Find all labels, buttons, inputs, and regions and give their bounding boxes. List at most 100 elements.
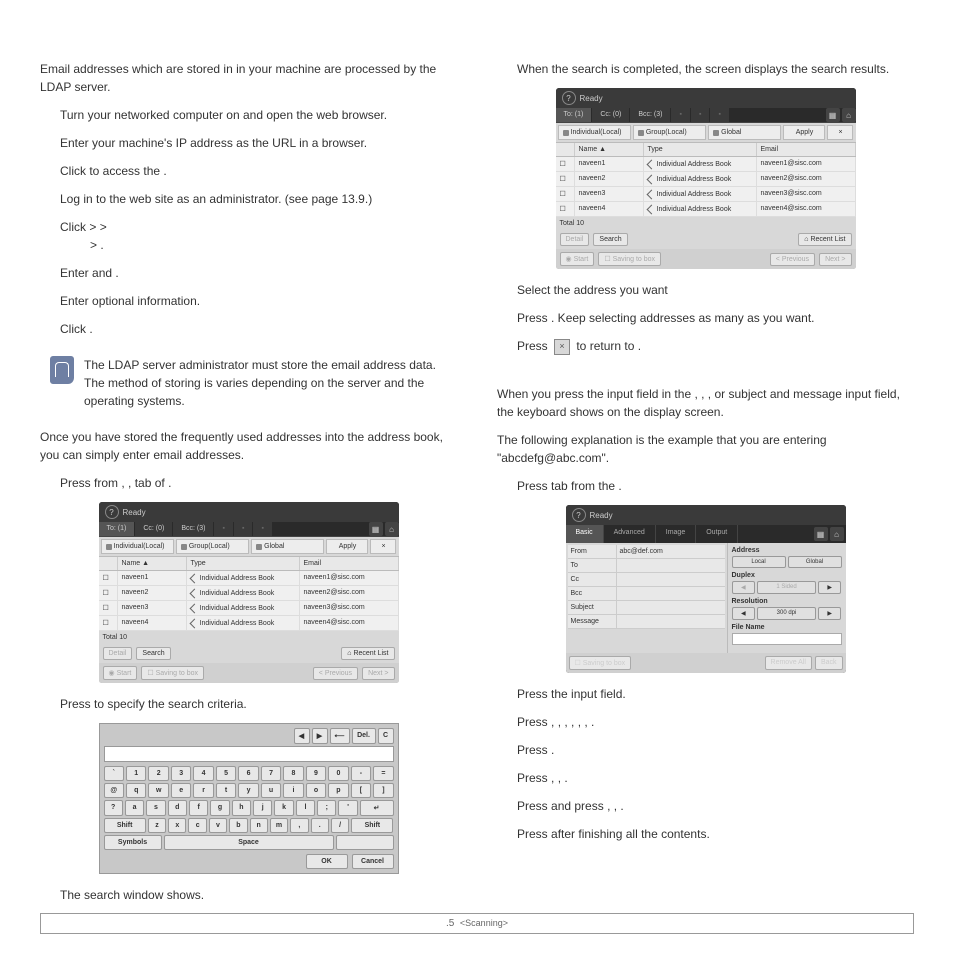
col-type[interactable]: Type [187, 557, 300, 570]
help-icon[interactable]: ? [562, 91, 576, 105]
clear-key[interactable]: C [378, 728, 394, 744]
from-field[interactable]: Fromabc@def.com [568, 545, 725, 559]
key-x[interactable]: x [168, 818, 186, 833]
key-2[interactable]: 2 [148, 766, 168, 781]
key-j[interactable]: j [253, 800, 272, 816]
tab-cc[interactable]: Cc: (0) [135, 522, 172, 536]
key-][interactable]: ] [373, 783, 393, 798]
backspace-key[interactable]: ⟵ [330, 728, 350, 744]
key-4[interactable]: 4 [193, 766, 213, 781]
tab-to[interactable]: To: (1) [99, 522, 135, 536]
global-button[interactable]: Global [788, 556, 842, 568]
key-v[interactable]: v [209, 818, 227, 833]
key-n[interactable]: n [250, 818, 268, 833]
search-button[interactable]: Search [136, 647, 170, 660]
key-,[interactable]: , [290, 818, 308, 833]
nav-right-key[interactable]: ▶ [312, 728, 328, 744]
key-l[interactable]: l [296, 800, 315, 816]
key-g[interactable]: g [210, 800, 229, 816]
col-email[interactable]: Email [300, 557, 399, 570]
key-@[interactable]: @ [104, 783, 124, 798]
filter-group[interactable]: Group(Local) [176, 539, 249, 554]
key-w[interactable]: w [148, 783, 168, 798]
key-;[interactable]: ; [317, 800, 336, 816]
key-=[interactable]: = [373, 766, 393, 781]
message-field[interactable]: Message [568, 615, 725, 629]
key-s[interactable]: s [146, 800, 165, 816]
bcc-field[interactable]: Bcc [568, 587, 725, 601]
filter-individual[interactable]: Individual(Local) [101, 539, 174, 554]
enter-key[interactable]: ↵ [360, 800, 394, 816]
key-d[interactable]: d [168, 800, 187, 816]
key-'[interactable]: ' [338, 800, 357, 816]
key-5[interactable]: 5 [216, 766, 236, 781]
help-icon[interactable]: ? [572, 508, 586, 522]
tab-output[interactable]: Output [696, 525, 738, 543]
space-key[interactable]: Space [164, 835, 334, 850]
table-row[interactable]: ☐naveen2Individual Address Booknaveen2@s… [99, 586, 399, 601]
key-`[interactable]: ` [104, 766, 124, 781]
table-row[interactable]: ☐naveen3Individual Address Booknaveen3@s… [99, 601, 399, 616]
key-e[interactable]: e [171, 783, 191, 798]
tab-basic[interactable]: Basic [566, 525, 604, 543]
saving-box-button[interactable]: ☐ Saving to box [569, 656, 632, 670]
subject-field[interactable]: Subject [568, 601, 725, 615]
col-name[interactable]: Name ▲ [118, 557, 187, 570]
key-m[interactable]: m [270, 818, 288, 833]
filter-global[interactable]: Global [251, 539, 324, 554]
key-i[interactable]: i [283, 783, 303, 798]
key-k[interactable]: k [274, 800, 293, 816]
help-icon[interactable]: ? [105, 505, 119, 519]
key-0[interactable]: 0 [328, 766, 348, 781]
key-o[interactable]: o [306, 783, 326, 798]
local-button[interactable]: Local [732, 556, 786, 568]
key-p[interactable]: p [328, 783, 348, 798]
close-icon[interactable]: × [554, 339, 570, 355]
to-field[interactable]: To [568, 559, 725, 573]
key-6[interactable]: 6 [238, 766, 258, 781]
apply-button[interactable]: Apply [326, 539, 368, 554]
keyboard-input[interactable] [104, 746, 394, 762]
recent-button[interactable]: ⌂ Recent List [341, 647, 394, 660]
key-u[interactable]: u [261, 783, 281, 798]
key-7[interactable]: 7 [261, 766, 281, 781]
shift-key[interactable]: Shift [104, 818, 146, 833]
key-r[interactable]: r [193, 783, 213, 798]
key-z[interactable]: z [148, 818, 166, 833]
key-8[interactable]: 8 [283, 766, 303, 781]
close-button[interactable]: × [370, 539, 396, 554]
key-c[interactable]: c [188, 818, 206, 833]
key-1[interactable]: 1 [126, 766, 146, 781]
tab-advanced[interactable]: Advanced [604, 525, 656, 543]
key-/[interactable]: / [331, 818, 349, 833]
key-t[interactable]: t [216, 783, 236, 798]
home-icon[interactable]: ⌂ [385, 522, 399, 536]
table-row[interactable]: ☐naveen4Individual Address Booknaveen4@s… [99, 616, 399, 631]
key-?[interactable]: ? [104, 800, 123, 816]
tab-bcc[interactable]: Bcc: (3) [173, 522, 213, 536]
cc-field[interactable]: Cc [568, 573, 725, 587]
key-q[interactable]: q [126, 783, 146, 798]
key-b[interactable]: b [229, 818, 247, 833]
key-.[interactable]: . [311, 818, 329, 833]
key-f[interactable]: f [189, 800, 208, 816]
back-button[interactable]: Back [815, 656, 843, 670]
shift-key[interactable]: Shift [351, 818, 393, 833]
key-[[interactable]: [ [351, 783, 371, 798]
key-9[interactable]: 9 [306, 766, 326, 781]
cancel-button[interactable]: Cancel [352, 854, 394, 869]
ok-button[interactable]: OK [306, 854, 348, 869]
key--[interactable]: - [351, 766, 371, 781]
remove-all-button[interactable]: Remove All [765, 656, 812, 670]
table-row[interactable]: ☐naveen1Individual Address Booknaveen1@s… [99, 571, 399, 586]
cal-icon[interactable]: ▦ [369, 522, 383, 536]
key-y[interactable]: y [238, 783, 258, 798]
tab-image[interactable]: Image [656, 525, 696, 543]
key-a[interactable]: a [125, 800, 144, 816]
nav-left-key[interactable]: ◀ [294, 728, 310, 744]
key-3[interactable]: 3 [171, 766, 191, 781]
symbols-key[interactable]: Symbols [104, 835, 162, 850]
del-key[interactable]: Del. [352, 728, 376, 744]
key-h[interactable]: h [232, 800, 251, 816]
filename-input[interactable] [732, 633, 842, 645]
